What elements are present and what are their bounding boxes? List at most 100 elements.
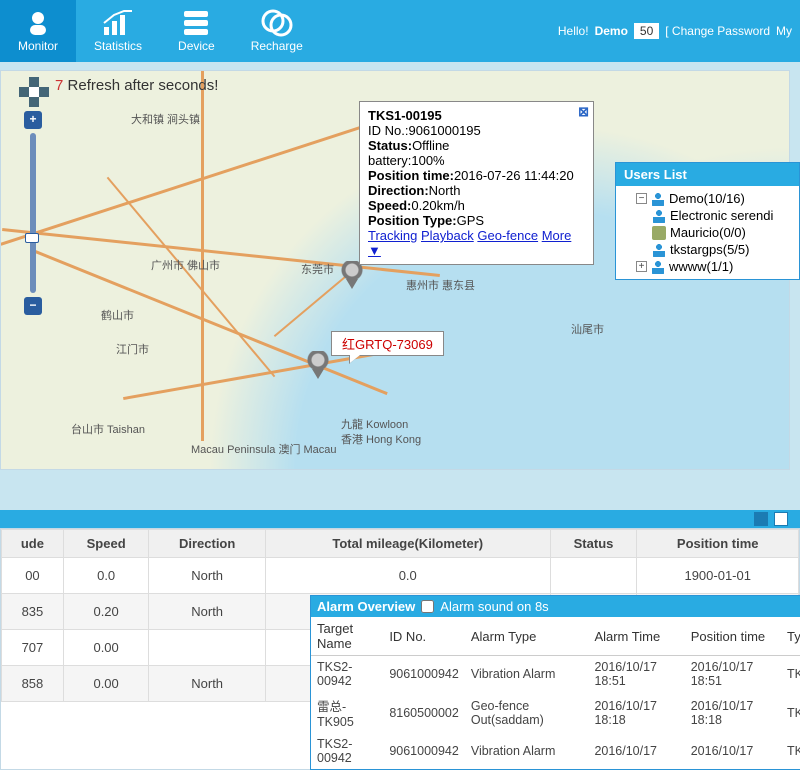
nav-statistics-label: Statistics — [94, 39, 142, 53]
refresh-suffix: Refresh after seconds! — [68, 77, 219, 94]
popup-direction-value: North — [429, 183, 461, 198]
city-label: 江门市 — [116, 341, 149, 357]
city-label: 东莞市 — [301, 261, 334, 277]
alarm-th: ID No. — [383, 617, 465, 656]
zoom-slider[interactable] — [30, 133, 36, 293]
monitor-icon — [22, 9, 54, 37]
nav-statistics[interactable]: Statistics — [76, 0, 160, 62]
tree-root-label: Demo(10/16) — [669, 191, 745, 206]
city-label: 汕尾市 — [571, 321, 604, 337]
popup-geofence-link[interactable]: Geo-fence — [477, 228, 538, 243]
popup-close-button[interactable]: ⊠ — [578, 104, 589, 120]
users-tree: − Demo(10/16) Electronic serendi Maurici… — [616, 186, 799, 279]
popup-tracking-link[interactable]: Tracking — [368, 228, 417, 243]
username: Demo — [595, 24, 628, 38]
alarm-header: Alarm Overview Alarm sound on 8s — [311, 596, 800, 617]
refresh-message: 7 Refresh after seconds! — [55, 77, 218, 94]
top-navbar: Monitor Statistics Device Recharge Hello… — [0, 0, 800, 62]
th-status[interactable]: Status — [550, 530, 637, 558]
alarm-row[interactable]: 雷总-TK9058160500002Geo-fence Out(saddam)2… — [311, 692, 800, 733]
alarm-th: Alarm Time — [588, 617, 684, 656]
dropdown-arrow-icon: ▼ — [368, 243, 381, 258]
greeting-prefix: Hello! — [558, 24, 589, 38]
bottom-titlebar — [0, 510, 800, 528]
group-icon — [652, 226, 666, 240]
alarm-th: Ty — [781, 617, 800, 656]
maximize-button[interactable] — [774, 512, 788, 526]
popup-id-value: 9061000195 — [408, 123, 480, 138]
nav-monitor-label: Monitor — [18, 39, 58, 53]
bottom-panel: ude Speed Direction Total mileage(Kilome… — [0, 510, 800, 770]
chart-icon — [102, 9, 134, 37]
user-icon — [651, 192, 665, 206]
map-marker[interactable] — [307, 351, 329, 379]
nav-recharge[interactable]: Recharge — [233, 0, 321, 62]
zoom-in-button[interactable]: + — [24, 111, 42, 129]
callout-label: 红GRTQ-73069 — [342, 337, 433, 352]
map-pan-control[interactable] — [19, 77, 49, 107]
th-direction[interactable]: Direction — [149, 530, 265, 558]
city-label: Macau Peninsula 澳门 Macau — [191, 441, 337, 457]
popup-speed-value: 0.20km/h — [411, 198, 464, 213]
nav-device-label: Device — [178, 39, 215, 53]
users-list-title: Users List — [616, 163, 799, 186]
user-icon — [651, 260, 665, 274]
my-link[interactable]: My — [776, 24, 792, 38]
tree-expand-icon[interactable]: + — [636, 261, 647, 272]
tree-collapse-icon[interactable]: − — [636, 193, 647, 204]
alarm-title: Alarm Overview — [317, 599, 415, 614]
alarm-row[interactable]: TKS2-009429061000942Vibration Alarm2016/… — [311, 656, 800, 693]
th-ude[interactable]: ude — [2, 530, 64, 558]
city-label: 大和镇 涧头镇 — [131, 111, 200, 127]
alarm-th: Target Name — [311, 617, 383, 656]
th-mileage[interactable]: Total mileage(Kilometer) — [265, 530, 550, 558]
users-list-panel: Users List − Demo(10/16) Electronic sere… — [615, 162, 800, 280]
tree-root[interactable]: − Demo(10/16) — [622, 190, 795, 207]
tree-sibling[interactable]: + wwww(1/1) — [622, 258, 795, 275]
map-zoom-control: + − — [19, 77, 47, 319]
popup-battery-value: 100% — [411, 153, 444, 168]
popup-battery-label: battery: — [368, 153, 411, 168]
recharge-icon — [261, 9, 293, 37]
popup-target-name: TKS1-00195 — [368, 108, 585, 123]
tree-child[interactable]: Electronic serendi — [622, 207, 795, 224]
city-label: 惠州市 惠东县 — [406, 277, 475, 293]
table-row[interactable]: 000.0North0.01900-01-01 — [2, 558, 799, 594]
th-speed[interactable]: Speed — [63, 530, 149, 558]
city-label: 台山市 Taishan — [71, 421, 145, 437]
popup-status-value: Offline — [412, 138, 449, 153]
tree-child[interactable]: tkstargps(5/5) — [622, 241, 795, 258]
alarm-sound-label: Alarm sound on 8s — [440, 599, 548, 614]
refresh-seconds: 7 — [55, 77, 63, 94]
popup-playback-link[interactable]: Playback — [421, 228, 474, 243]
device-popup: ⊠ TKS1-00195 ID No.:9061000195 Status:Of… — [359, 101, 594, 265]
minimize-button[interactable] — [754, 512, 768, 526]
alarm-th: Alarm Type — [465, 617, 589, 656]
popup-direction-label: Direction: — [368, 183, 429, 198]
nav-recharge-label: Recharge — [251, 39, 303, 53]
city-label: 九龍 Kowloon — [341, 416, 408, 432]
zoom-out-button[interactable]: − — [24, 297, 42, 315]
popup-ptime-value: 2016-07-26 11:44:20 — [454, 168, 574, 183]
popup-id-label: ID No.: — [368, 123, 408, 138]
city-label: 香港 Hong Kong — [341, 431, 421, 447]
nav-monitor[interactable]: Monitor — [0, 0, 76, 62]
th-ptime[interactable]: Position time — [637, 530, 799, 558]
topbar-right: Hello! Demo 50 [ Change Password My — [558, 23, 800, 39]
device-icon — [180, 9, 212, 37]
popup-ptype-label: Position Type: — [368, 213, 457, 228]
nav-device[interactable]: Device — [160, 0, 233, 62]
city-label: 鹤山市 — [101, 307, 134, 323]
tree-child[interactable]: Mauricio(0/0) — [622, 224, 795, 241]
popup-speed-label: Speed: — [368, 198, 411, 213]
alarm-row[interactable]: TKS2-009429061000942Vibration Alarm2016/… — [311, 733, 800, 769]
user-icon — [652, 243, 666, 257]
user-icon — [652, 209, 666, 223]
map-marker[interactable] — [341, 261, 363, 289]
alarm-sound-checkbox[interactable] — [421, 600, 434, 613]
change-password-link[interactable]: [ Change Password — [665, 24, 770, 38]
popup-ptype-value: GPS — [457, 213, 484, 228]
marker-callout[interactable]: 红GRTQ-73069 — [331, 331, 444, 356]
alarm-overview-panel: Alarm Overview Alarm sound on 8s Target … — [310, 595, 800, 770]
days-box: 50 — [634, 23, 659, 39]
